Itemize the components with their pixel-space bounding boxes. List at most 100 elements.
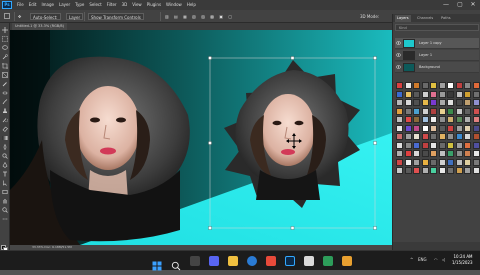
minimize-button[interactable]: — xyxy=(440,0,452,10)
eye-icon[interactable] xyxy=(396,53,401,57)
eyedropper-tool-icon[interactable] xyxy=(2,81,8,87)
color-swatch[interactable] xyxy=(438,90,446,98)
color-swatch[interactable] xyxy=(464,150,471,157)
color-swatch[interactable] xyxy=(396,158,403,166)
color-swatch[interactable] xyxy=(447,141,454,149)
eye-icon[interactable] xyxy=(396,65,401,69)
color-swatch[interactable] xyxy=(396,124,403,132)
app-icon[interactable] xyxy=(323,256,333,266)
color-swatch[interactable] xyxy=(413,124,420,132)
color-swatch[interactable] xyxy=(404,141,412,149)
system-clock[interactable]: 10:24 AM 1/15/2023 xyxy=(452,254,473,266)
app-icon[interactable] xyxy=(342,256,352,266)
document-canvas[interactable] xyxy=(10,30,400,245)
tab-paths[interactable]: Paths xyxy=(439,15,453,22)
color-swatch[interactable] xyxy=(472,133,480,140)
menu-window[interactable]: Window xyxy=(166,0,182,10)
color-swatch[interactable] xyxy=(455,116,463,123)
path-selection-tool-icon[interactable] xyxy=(2,180,8,186)
menu-edit[interactable]: Edit xyxy=(29,0,37,10)
color-swatch[interactable] xyxy=(430,99,437,106)
hand-tool-icon[interactable] xyxy=(2,198,8,204)
color-swatch[interactable] xyxy=(413,90,420,98)
color-swatch[interactable] xyxy=(447,150,454,157)
color-swatch[interactable] xyxy=(438,116,446,123)
color-swatch[interactable] xyxy=(404,99,412,106)
color-swatch[interactable] xyxy=(421,107,429,115)
color-swatch[interactable] xyxy=(430,133,437,140)
lasso-tool-icon[interactable] xyxy=(2,45,8,51)
color-swatch[interactable] xyxy=(396,82,403,89)
color-swatch[interactable] xyxy=(438,99,446,106)
color-swatch[interactable] xyxy=(421,82,429,89)
color-swatch[interactable] xyxy=(455,99,463,106)
file-explorer-icon[interactable] xyxy=(228,256,238,266)
color-swatch[interactable] xyxy=(421,158,429,166)
color-swatch[interactable] xyxy=(455,90,463,98)
show-transform-checkbox[interactable]: Show Transform Controls xyxy=(88,13,144,20)
chat-icon[interactable] xyxy=(209,256,219,266)
color-swatch[interactable] xyxy=(472,99,480,106)
color-swatch[interactable] xyxy=(396,133,403,140)
menu-view[interactable]: View xyxy=(132,0,142,10)
color-swatch[interactable] xyxy=(413,99,420,106)
color-swatch[interactable] xyxy=(455,150,463,157)
edge-browser-icon[interactable] xyxy=(247,256,257,266)
color-swatch[interactable] xyxy=(464,133,471,140)
color-swatch[interactable] xyxy=(455,82,463,89)
color-swatch[interactable] xyxy=(438,124,446,132)
color-swatch[interactable] xyxy=(472,116,480,123)
color-swatch[interactable] xyxy=(430,141,437,149)
dodge-tool-icon[interactable] xyxy=(2,153,8,159)
color-swatch[interactable] xyxy=(438,158,446,166)
color-swatch[interactable] xyxy=(472,141,480,149)
color-swatch[interactable] xyxy=(430,124,437,132)
color-swatch[interactable] xyxy=(396,99,403,106)
color-swatch[interactable] xyxy=(413,141,420,149)
maximize-button[interactable]: ▢ xyxy=(454,0,466,10)
move-tool-icon[interactable] xyxy=(2,27,8,33)
color-swatch[interactable] xyxy=(413,116,420,123)
color-swatch[interactable] xyxy=(404,133,412,140)
color-swatch[interactable] xyxy=(430,116,437,123)
tab-layers[interactable]: Layers xyxy=(395,15,411,22)
color-swatch[interactable] xyxy=(472,158,480,166)
color-swatch[interactable] xyxy=(455,167,463,174)
color-swatch[interactable] xyxy=(430,107,437,115)
color-swatch[interactable] xyxy=(438,133,446,140)
color-swatch[interactable] xyxy=(472,82,480,89)
color-swatch[interactable] xyxy=(438,141,446,149)
marquee-tool-icon[interactable] xyxy=(2,36,8,42)
color-swatch[interactable] xyxy=(404,116,412,123)
color-swatch[interactable] xyxy=(472,90,480,98)
color-swatch[interactable] xyxy=(464,116,471,123)
color-swatch[interactable] xyxy=(396,107,403,115)
auto-select-checkbox[interactable]: Auto-Select: xyxy=(30,13,61,20)
color-swatch[interactable] xyxy=(455,107,463,115)
eraser-tool-icon[interactable] xyxy=(2,126,8,132)
rectangle-tool-icon[interactable] xyxy=(2,189,8,195)
type-tool-icon[interactable] xyxy=(2,171,8,177)
color-swatch[interactable] xyxy=(464,90,471,98)
color-swatch[interactable] xyxy=(464,107,471,115)
app-icon[interactable] xyxy=(304,256,314,266)
color-swatch[interactable] xyxy=(413,82,420,89)
color-swatch[interactable] xyxy=(421,90,429,98)
color-swatch[interactable] xyxy=(455,158,463,166)
task-view-icon[interactable] xyxy=(190,256,200,266)
healing-brush-tool-icon[interactable] xyxy=(2,90,8,96)
color-swatch[interactable] xyxy=(472,167,480,174)
tray-chevron-icon[interactable]: ^ xyxy=(410,257,413,262)
color-swatch[interactable] xyxy=(472,107,480,115)
color-swatch[interactable] xyxy=(472,124,480,132)
home-icon[interactable] xyxy=(4,13,10,19)
color-swatch[interactable] xyxy=(438,167,446,174)
clone-stamp-tool-icon[interactable] xyxy=(2,108,8,114)
volume-icon[interactable]: ◁ xyxy=(442,257,445,262)
color-swatch[interactable] xyxy=(455,133,463,140)
color-swatch[interactable] xyxy=(413,107,420,115)
color-swatch[interactable] xyxy=(430,158,437,166)
color-swatch[interactable] xyxy=(430,167,437,174)
color-swatch[interactable] xyxy=(421,141,429,149)
blur-tool-icon[interactable] xyxy=(2,144,8,150)
